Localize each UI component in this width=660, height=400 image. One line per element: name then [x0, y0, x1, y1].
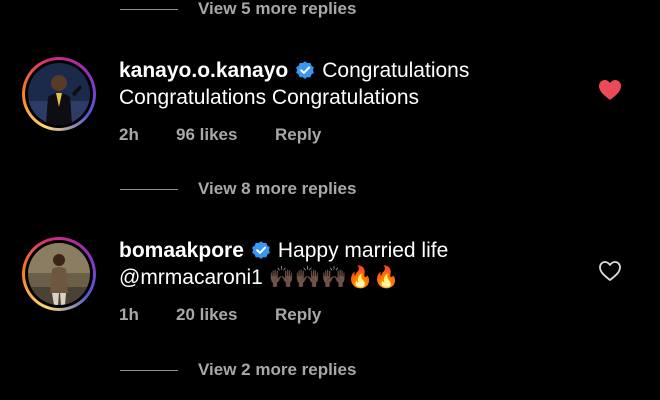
- divider-line: [120, 188, 178, 190]
- verified-badge-icon: [296, 61, 315, 79]
- username[interactable]: bomaakpore: [119, 239, 244, 262]
- view-more-label: View 2 more replies: [198, 360, 357, 379]
- divider-line: [120, 8, 178, 10]
- comment-time: 1h: [119, 305, 139, 324]
- likes-count[interactable]: 96 likes: [176, 121, 275, 148]
- reply-button[interactable]: Reply: [275, 121, 321, 148]
- divider-line: [120, 369, 178, 371]
- comment-text-continued: @mrmacaroni1 🙌🏿🙌🏿🙌🏿🔥🔥: [119, 266, 400, 289]
- avatar: [28, 63, 90, 125]
- view-more-label: View 8 more replies: [198, 179, 357, 198]
- verified-badge-icon: [252, 241, 270, 259]
- view-more-replies-mid[interactable]: View 8 more replies: [120, 177, 356, 201]
- heart-filled-icon[interactable]: [598, 79, 622, 101]
- comment-text: Happy married life: [277, 239, 449, 262]
- view-more-label: View 5 more replies: [198, 0, 357, 18]
- avatar-story-ring[interactable]: [22, 237, 96, 311]
- view-more-replies-bottom[interactable]: View 2 more replies: [120, 358, 356, 382]
- comment-text: Congratulations: [322, 59, 470, 82]
- heart-outline-icon[interactable]: [598, 260, 622, 282]
- username[interactable]: kanayo.o.kanayo: [119, 59, 288, 82]
- reply-button[interactable]: Reply: [275, 301, 321, 328]
- view-more-replies-top[interactable]: View 5 more replies: [120, 0, 356, 21]
- avatar-story-ring[interactable]: [22, 57, 96, 131]
- comment-time: 2h: [119, 125, 139, 144]
- avatar: [28, 243, 90, 305]
- comment-text-continued: Congratulations Congratulations: [119, 86, 420, 109]
- likes-count[interactable]: 20 likes: [176, 301, 275, 328]
